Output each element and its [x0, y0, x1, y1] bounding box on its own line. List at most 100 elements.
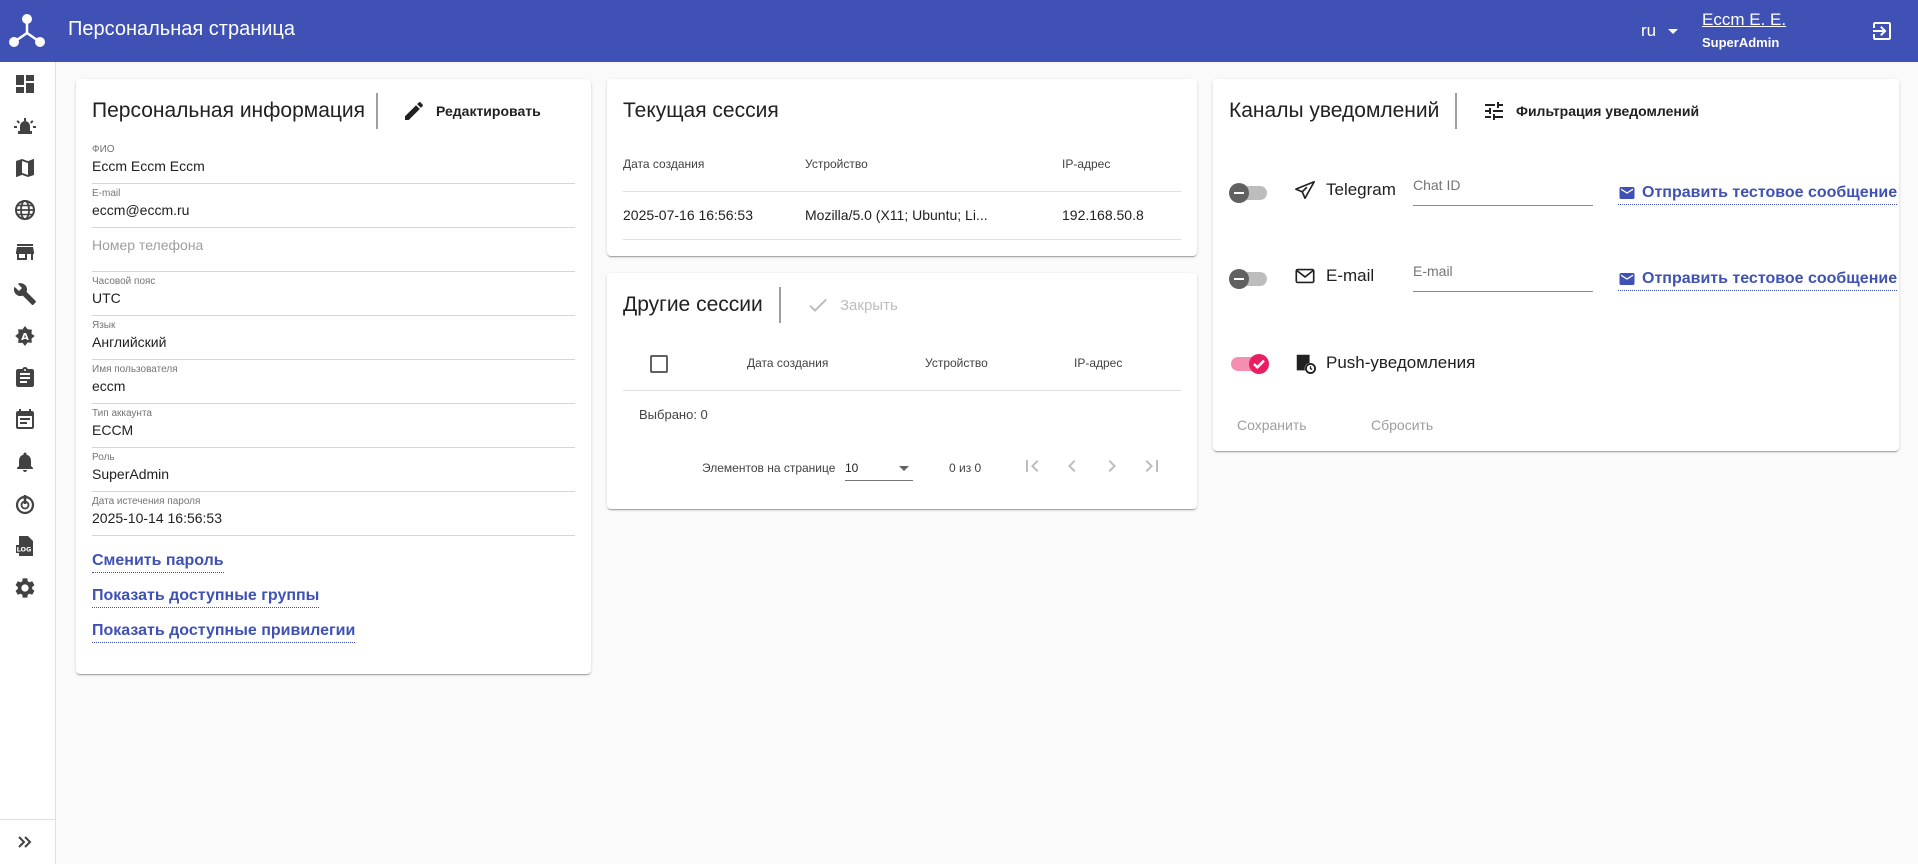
column-header-device[interactable]: Устройство — [925, 356, 988, 370]
personal-info-title: Персональная информация — [92, 99, 366, 122]
user-name[interactable]: Eccm E. E. — [1702, 10, 1786, 30]
push-channel: Push-уведомления — [1294, 352, 1475, 374]
field-value: Eccm Eccm Eccm — [92, 158, 205, 174]
email-placeholder: E-mail — [1413, 263, 1453, 279]
toggle-knob — [1229, 183, 1249, 203]
field-label: Дата истечения пароля — [92, 496, 201, 507]
edit-button-label: Редактировать — [436, 103, 541, 119]
items-per-page-select[interactable]: 10 — [845, 455, 913, 481]
app-logo-icon[interactable] — [8, 13, 46, 49]
alarm-icon[interactable] — [13, 114, 37, 138]
close-sessions-button[interactable]: Закрыть — [806, 293, 898, 317]
settings-icon[interactable] — [13, 576, 37, 600]
push-label: Push-уведомления — [1326, 353, 1476, 372]
auto-fix-icon[interactable]: A — [13, 324, 37, 348]
svg-text:LOG: LOG — [17, 546, 32, 554]
user-role: SuperAdmin — [1702, 35, 1780, 50]
filter-notifications-label: Фильтрация уведомлений — [1516, 103, 1700, 119]
language-select[interactable]: ru — [1641, 21, 1679, 41]
store-icon[interactable] — [13, 240, 37, 264]
field-value: ECCM — [92, 422, 134, 438]
bell-icon[interactable] — [13, 450, 37, 474]
previous-page-icon[interactable] — [1060, 454, 1084, 478]
field-label: Роль — [92, 452, 115, 463]
side-navigation: A LOG — [0, 62, 56, 864]
power-icon[interactable] — [13, 492, 37, 516]
close-sessions-label: Закрыть — [840, 296, 898, 314]
field-label: Часовой пояс — [92, 276, 156, 287]
column-header-created[interactable]: Дата создания — [747, 356, 828, 370]
edit-button[interactable]: Редактировать — [402, 99, 541, 123]
field-value: eccm@eccm.ru — [92, 202, 190, 218]
column-header-ip[interactable]: IP-адрес — [1074, 356, 1122, 370]
next-page-icon[interactable] — [1100, 454, 1124, 478]
email-channel: E-mail — [1294, 265, 1374, 287]
select-all-checkbox[interactable] — [650, 355, 668, 373]
first-page-icon[interactable] — [1020, 454, 1044, 478]
chevron-down-icon — [899, 466, 909, 471]
personal-info-card: Персональная информация Редактировать ФИ… — [76, 79, 591, 674]
email-toggle[interactable] — [1229, 269, 1267, 289]
email-send-test-link[interactable]: Отправить тестовое сообщение — [1618, 270, 1898, 291]
telegram-toggle[interactable] — [1229, 183, 1267, 203]
telegram-send-test-link[interactable]: Отправить тестовое сообщение — [1618, 184, 1898, 205]
column-header-device[interactable]: Устройство — [805, 157, 868, 171]
send-test-label: Отправить тестовое сообщение — [1642, 184, 1898, 201]
dashboard-icon[interactable] — [13, 72, 37, 96]
role-field: Роль SuperAdmin — [92, 452, 575, 492]
page-title: Персональная страница — [68, 18, 295, 40]
items-per-page-label: Элементов на странице — [702, 461, 836, 475]
table-divider — [623, 390, 1181, 391]
toggle-knob — [1229, 269, 1249, 289]
language-field: Язык Английский — [92, 320, 575, 360]
items-per-page-value: 10 — [845, 461, 859, 475]
phone-placeholder: Номер телефона — [92, 237, 204, 253]
chat-id-input[interactable]: Chat ID — [1413, 177, 1593, 206]
email-input[interactable]: E-mail — [1413, 263, 1593, 292]
username-field: Имя пользователя eccm — [92, 364, 575, 404]
clipboard-icon[interactable] — [13, 366, 37, 390]
double-chevron-right-icon[interactable] — [13, 830, 37, 854]
column-header-ip[interactable]: IP-адрес — [1062, 157, 1110, 171]
field-label: ФИО — [92, 144, 115, 155]
push-toggle[interactable] — [1231, 354, 1269, 374]
header-divider — [1455, 93, 1457, 129]
session-device-cell: Mozilla/5.0 (X11; Ubuntu; Li... — [805, 207, 988, 223]
column-header-created[interactable]: Дата создания — [623, 157, 704, 171]
field-label: Язык — [92, 320, 116, 331]
field-value: UTC — [92, 290, 121, 306]
telegram-channel: Telegram — [1294, 179, 1396, 201]
session-ip-cell: 192.168.50.8 — [1062, 207, 1144, 223]
language-value: ru — [1641, 21, 1657, 40]
logout-icon[interactable] — [1870, 19, 1894, 43]
calendar-icon[interactable] — [13, 408, 37, 432]
show-privileges-link[interactable]: Показать доступные привилегии — [92, 622, 356, 643]
full-name-field: ФИО Eccm Eccm Eccm — [92, 144, 575, 184]
current-session-title: Текущая сессия — [623, 99, 779, 122]
top-app-bar: Персональная страница ru Eccm E. E. Supe… — [0, 0, 1918, 62]
header-divider — [779, 287, 781, 323]
globe-icon[interactable] — [13, 198, 37, 222]
mail-icon — [1619, 273, 1635, 285]
user-menu[interactable]: Eccm E. E. SuperAdmin — [1702, 10, 1786, 50]
log-file-icon[interactable]: LOG — [13, 534, 37, 558]
check-icon — [1253, 359, 1265, 370]
show-groups-link[interactable]: Показать доступные группы — [92, 587, 320, 608]
push-notification-icon — [1296, 354, 1316, 374]
last-page-icon[interactable] — [1140, 454, 1164, 478]
toggle-knob — [1249, 354, 1269, 374]
wrench-icon[interactable] — [13, 282, 37, 306]
password-expiry-field: Дата истечения пароля 2025-10-14 16:56:5… — [92, 496, 575, 536]
chevron-down-icon — [1668, 28, 1679, 34]
field-label: Имя пользователя — [92, 364, 178, 375]
change-password-link[interactable]: Сменить пароль — [92, 552, 224, 573]
save-button[interactable]: Сохранить — [1237, 417, 1307, 433]
filter-notifications-button[interactable]: Фильтрация уведомлений — [1482, 99, 1699, 123]
pencil-icon — [405, 101, 424, 120]
session-created-cell: 2025-07-16 16:56:53 — [623, 207, 753, 223]
map-icon[interactable] — [13, 156, 37, 180]
reset-button[interactable]: Сбросить — [1371, 417, 1433, 433]
other-sessions-title: Другие сессии — [623, 293, 763, 316]
email-label: E-mail — [1326, 266, 1375, 285]
tune-icon — [1485, 102, 1503, 120]
